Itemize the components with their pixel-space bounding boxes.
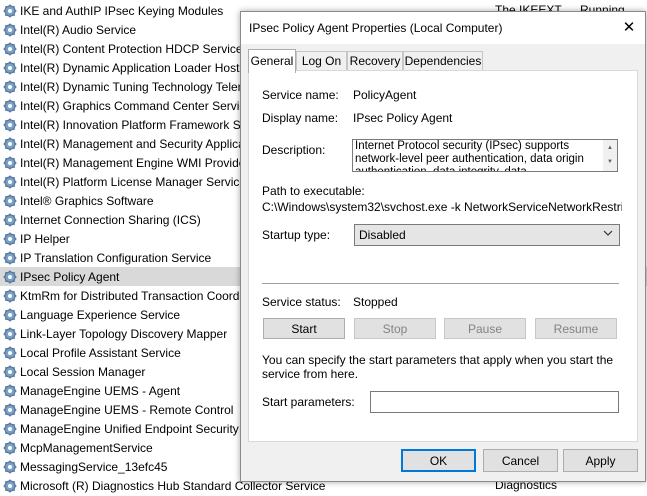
separator: [262, 283, 619, 284]
resume-button[interactable]: Resume: [535, 318, 617, 339]
tab-log-on[interactable]: Log On: [296, 51, 347, 71]
description-box[interactable]: Internet Protocol security (IPsec) suppo…: [352, 139, 618, 172]
close-button[interactable]: ✕: [613, 12, 645, 42]
service-row-name: IPsec Policy Agent: [20, 269, 120, 284]
gear-icon: [3, 365, 17, 379]
gear-icon: [3, 137, 17, 151]
gear-icon: [3, 213, 17, 227]
gear-icon: [3, 156, 17, 170]
dialog-title: IPsec Policy Agent Properties (Local Com…: [249, 21, 503, 35]
service-row-name: Intel(R) Graphics Command Center Service: [20, 98, 253, 113]
service-row-name: Intel(R) Audio Service: [20, 22, 137, 37]
service-row-name: Internet Connection Sharing (ICS): [20, 212, 201, 227]
service-row-name: IP Translation Configuration Service: [20, 250, 212, 265]
display-name-label: Display name:: [262, 111, 339, 125]
ok-button[interactable]: OK: [401, 449, 476, 472]
start-params-hint: You can specify the start parameters tha…: [262, 353, 614, 381]
start-button[interactable]: Start: [263, 318, 345, 339]
general-tab-panel: [248, 70, 638, 442]
gear-icon: [3, 61, 17, 75]
startup-type-select[interactable]: Disabled: [354, 224, 620, 246]
service-status-value: Stopped: [353, 295, 398, 309]
tab-recovery[interactable]: Recovery: [347, 51, 403, 71]
gear-icon: [3, 99, 17, 113]
gear-icon: [3, 118, 17, 132]
service-row-name: Intel(R) Dynamic Application Loader Host: [20, 60, 240, 75]
service-status-label: Service status:: [262, 295, 341, 309]
gear-icon: [3, 384, 17, 398]
service-row-name: McpManagementService: [20, 440, 153, 455]
service-row-name: IKE and AuthIP IPsec Keying Modules: [20, 3, 224, 18]
service-row-name: Intel(R) Management Engine WMI Provide: [20, 155, 246, 170]
path-value: C:\Windows\system32\svchost.exe -k Netwo…: [262, 200, 622, 214]
service-row-name: Intel(R) Management and Security Applica: [20, 136, 245, 151]
service-row-name: Link-Layer Topology Discovery Mapper: [20, 326, 228, 341]
gear-icon: [3, 346, 17, 360]
gear-icon: [3, 441, 17, 455]
gear-icon: [3, 289, 17, 303]
scroll-up-icon[interactable]: ▲: [607, 142, 613, 155]
gear-icon: [3, 327, 17, 341]
gear-icon: [3, 194, 17, 208]
gear-icon: [3, 42, 17, 56]
service-row-name: ManageEngine Unified Endpoint Security -: [20, 421, 247, 436]
chevron-down-icon: [603, 230, 613, 236]
service-row-name: Intel(R) Platform License Manager Servic…: [20, 174, 247, 189]
start-params-label: Start parameters:: [262, 395, 355, 409]
service-row-name: MessagingService_13efc45: [20, 459, 168, 474]
service-row-name: Local Session Manager: [20, 364, 146, 379]
gear-icon: [3, 270, 17, 284]
start-params-input[interactable]: [370, 391, 619, 413]
service-row-name: Intel® Graphics Software: [20, 193, 154, 208]
gear-icon: [3, 175, 17, 189]
scroll-down-icon[interactable]: ▼: [607, 156, 613, 169]
service-row-name: Intel(R) Dynamic Tuning Technology Telem: [20, 79, 248, 94]
pause-button[interactable]: Pause: [444, 318, 526, 339]
gear-icon: [3, 23, 17, 37]
service-name-value: PolicyAgent: [353, 88, 417, 102]
gear-icon: [3, 460, 17, 474]
description-label: Description:: [262, 143, 326, 157]
service-name-label: Service name:: [262, 88, 339, 102]
gear-icon: [3, 251, 17, 265]
description-text: Internet Protocol security (IPsec) suppo…: [355, 140, 584, 172]
gear-icon: [3, 308, 17, 322]
dialog-titlebar[interactable]: IPsec Policy Agent Properties (Local Com…: [241, 12, 645, 44]
properties-dialog: IPsec Policy Agent Properties (Local Com…: [240, 11, 646, 482]
service-row-name: KtmRm for Distributed Transaction Coordi: [20, 288, 243, 303]
service-row-name: Local Profile Assistant Service: [20, 345, 181, 360]
startup-type-label: Startup type:: [262, 228, 331, 242]
description-scrollbar[interactable]: ▲ ▼: [603, 140, 617, 171]
tab-general[interactable]: General: [248, 49, 296, 73]
service-row-name: IP Helper: [20, 231, 70, 246]
service-row-name: ManageEngine UEMS - Remote Control: [20, 402, 234, 417]
gear-icon: [3, 4, 17, 18]
close-icon: ✕: [622, 19, 636, 36]
gear-icon: [3, 422, 17, 436]
gear-icon: [3, 232, 17, 246]
path-label: Path to executable:: [262, 184, 365, 198]
gear-icon: [3, 80, 17, 94]
tab-dependencies[interactable]: Dependencies: [403, 51, 483, 71]
service-row-name: Intel(R) Innovation Platform Framework S…: [20, 117, 248, 132]
service-row-name: ManageEngine UEMS - Agent: [20, 383, 181, 398]
stop-button[interactable]: Stop: [354, 318, 436, 339]
service-row-name: Language Experience Service: [20, 307, 181, 322]
gear-icon: [3, 479, 17, 493]
cancel-button[interactable]: Cancel: [483, 449, 558, 472]
service-row-name: Intel(R) Content Protection HDCP Service: [20, 41, 243, 56]
apply-button[interactable]: Apply: [563, 449, 638, 472]
startup-type-value: Disabled: [359, 228, 406, 242]
display-name-value: IPsec Policy Agent: [353, 111, 453, 125]
gear-icon: [3, 403, 17, 417]
